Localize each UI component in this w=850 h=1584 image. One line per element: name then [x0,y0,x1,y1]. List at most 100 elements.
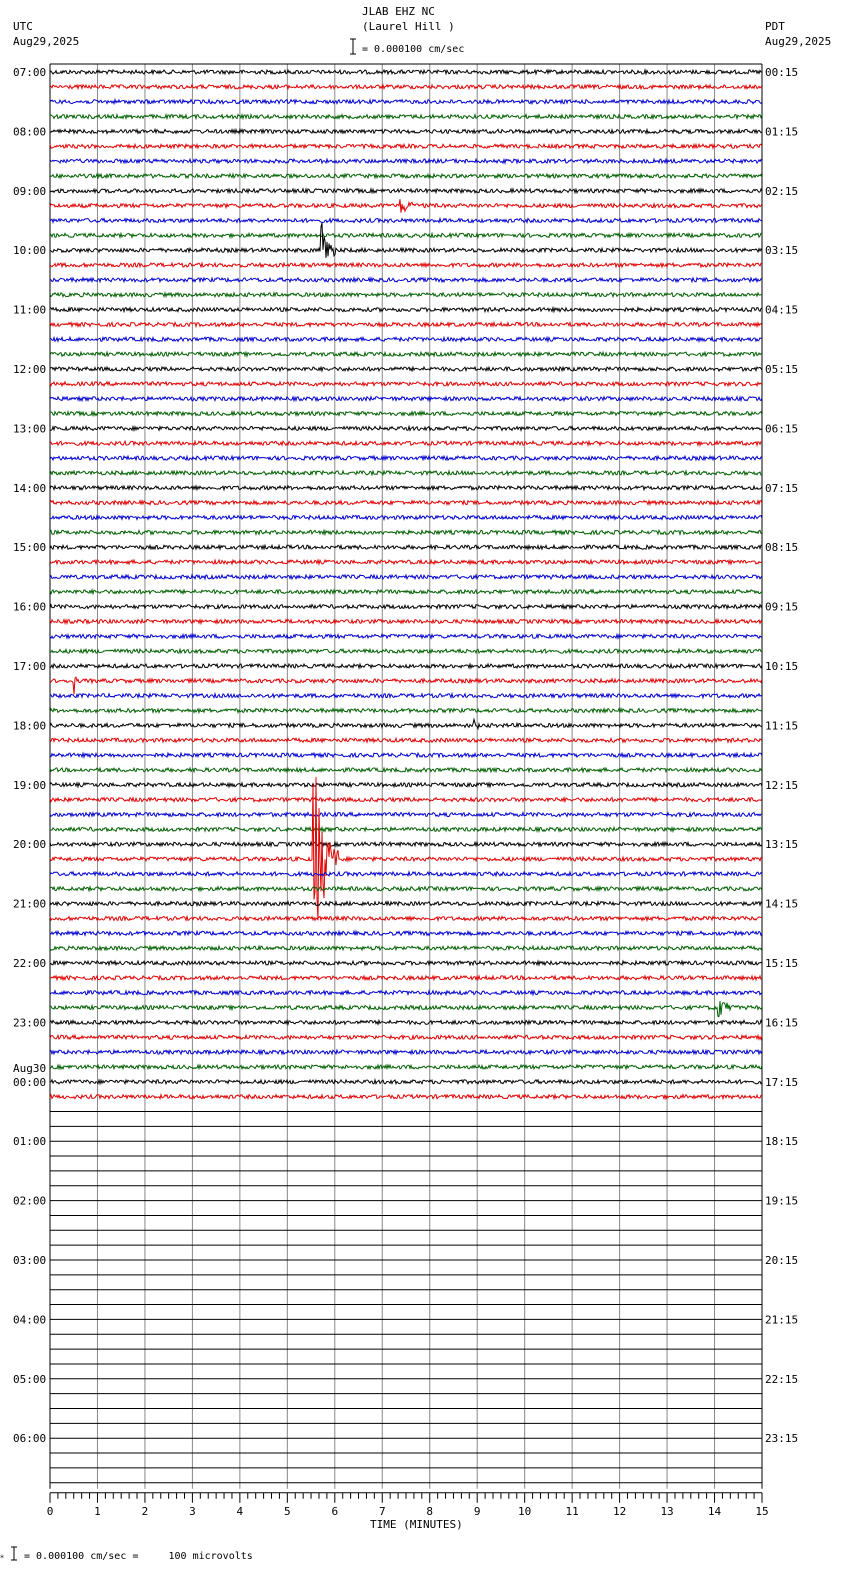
x-tick-label: 2 [142,1505,149,1518]
utc-hour-label: 16:00 [13,601,46,614]
seismic-trace [49,424,763,433]
seismic-trace [49,454,763,462]
pdt-hour-label: 17:15 [765,1076,798,1089]
seismic-trace [49,172,763,180]
seismic-trace [49,186,763,195]
utc-hour-label: 21:00 [13,898,46,911]
left-date: Aug29,2025 [13,35,79,48]
seismic-trace [49,573,763,581]
seismic-trace [49,647,763,655]
traces [49,68,763,1484]
seismic-trace [49,305,763,314]
seismic-trace [49,959,763,967]
pdt-hour-label: 23:15 [765,1432,798,1445]
seismic-trace [49,796,763,804]
utc-hour-label: 09:00 [13,185,46,198]
x-tick-label: 5 [284,1505,291,1518]
seismic-trace [49,484,763,492]
utc-hour-label: 12:00 [13,363,46,376]
pdt-hour-label: 02:15 [765,185,798,198]
right-date: Aug29,2025 [765,35,831,48]
seismic-trace [49,335,763,344]
seismic-trace [49,603,763,611]
date-change-label: Aug30 [13,1062,46,1075]
seismic-trace [49,662,763,670]
left-timezone: UTC [13,20,33,33]
utc-hour-label: 20:00 [13,838,46,851]
seismic-trace [49,1001,763,1018]
seismic-trace [49,276,763,284]
x-axis-label: TIME (MINUTES) [370,1518,463,1531]
seismic-trace [49,142,763,151]
x-tick-label: 7 [379,1505,386,1518]
seismic-trace [49,632,763,641]
seismic-trace [49,588,763,596]
utc-hour-label: 10:00 [13,244,46,257]
seismic-trace [49,231,763,240]
utc-hour-label: 00:00 [13,1076,46,1089]
seismic-trace [49,870,763,878]
seismic-trace [49,513,763,522]
utc-hour-label: 23:00 [13,1016,46,1029]
seismic-trace [49,929,763,937]
seismogram-plot: JLAB EHZ NC (Laurel Hill ) UTC Aug29,202… [0,5,831,1562]
seismic-trace [49,974,763,982]
utc-hour-label: 03:00 [13,1254,46,1267]
pdt-hour-label: 11:15 [765,719,798,732]
utc-hour-label: 14:00 [13,482,46,495]
seismic-trace [49,617,763,626]
seismic-trace [49,261,763,269]
seismic-trace [49,989,763,997]
utc-hour-label: 22:00 [13,957,46,970]
pdt-hour-label: 21:15 [765,1313,798,1326]
seismic-trace [49,1092,763,1101]
utc-hour-label: 04:00 [13,1313,46,1326]
x-tick-label: 15 [755,1505,768,1518]
footer-scale-label: = 0.000100 cm/sec = 100 microvolts [24,1551,253,1562]
pdt-hour-label: 01:15 [765,125,798,138]
x-tick-label: 8 [426,1505,433,1518]
seismic-trace [49,380,763,388]
seismic-trace [49,291,763,299]
seismic-trace [49,498,763,507]
seismic-trace [49,112,763,121]
seismic-trace [49,1048,763,1056]
utc-hour-label: 01:00 [13,1135,46,1148]
x-tick-label: 4 [237,1505,244,1518]
seismic-trace [49,199,763,213]
pdt-hour-label: 18:15 [765,1135,798,1148]
pdt-hour-label: 07:15 [765,482,798,495]
seismic-trace [49,899,763,908]
seismic-trace [49,409,763,418]
seismic-trace [49,350,763,358]
utc-hour-label: 15:00 [13,541,46,554]
x-tick-label: 9 [474,1505,481,1518]
seismic-trace [49,222,763,258]
x-tick-label: 6 [331,1505,338,1518]
seismic-trace [49,558,763,566]
pdt-hour-label: 19:15 [765,1195,798,1208]
pdt-hour-label: 14:15 [765,898,798,911]
seismic-trace [49,676,763,695]
seismic-trace [49,781,763,789]
footer-scale-icon [11,1546,17,1561]
seismic-trace [49,751,763,760]
utc-hour-label: 18:00 [13,719,46,732]
seismic-trace [49,68,763,76]
x-tick-label: 13 [660,1505,673,1518]
seismic-trace [49,1033,763,1041]
seismic-trace [49,944,763,952]
footer-mark: ⁎ [0,1551,4,1560]
right-timezone: PDT [765,20,785,33]
seismic-trace [49,365,763,373]
seismic-trace [49,691,763,700]
utc-hour-label: 05:00 [13,1373,46,1386]
seismic-trace [49,1063,763,1071]
pdt-hour-label: 10:15 [765,660,798,673]
utc-hour-label: 07:00 [13,66,46,79]
chart-subtitle: (Laurel Hill ) [362,20,455,33]
pdt-hour-label: 22:15 [765,1373,798,1386]
scale-bar-icon [350,38,356,55]
pdt-hour-label: 05:15 [765,363,798,376]
seismic-trace [49,810,763,819]
